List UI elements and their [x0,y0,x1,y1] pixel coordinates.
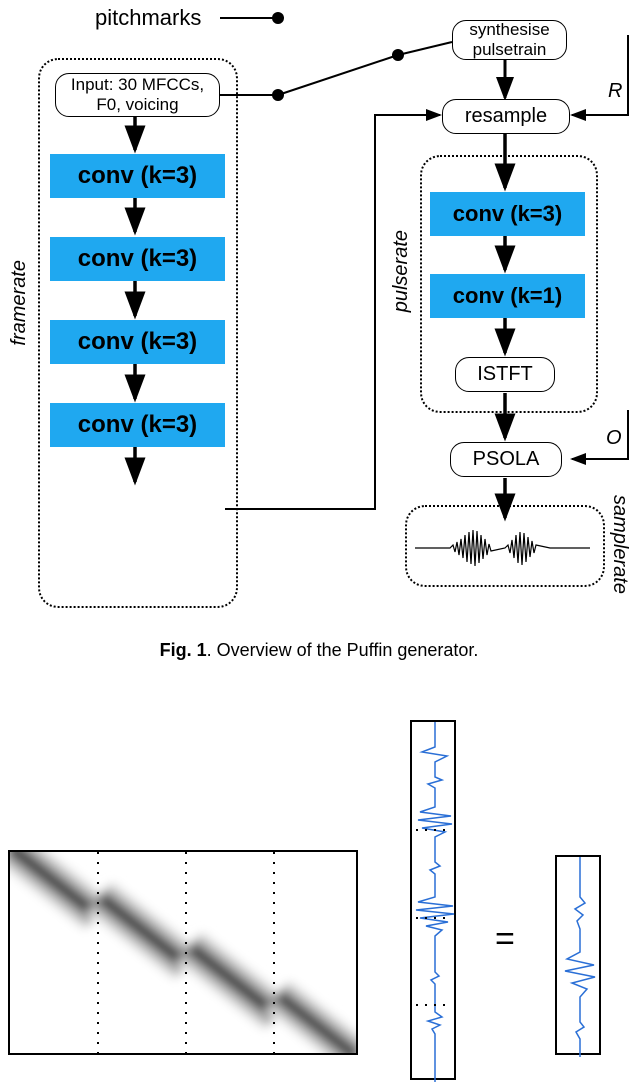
input-label: Input: 30 MFCCs, F0, voicing [71,75,204,114]
psola-box: PSOLA [450,442,562,477]
right-conv-2: conv (k=1) [430,274,585,318]
resample-label: resample [465,105,547,128]
input-box: Input: 30 MFCCs, F0, voicing [55,73,220,117]
caption-text: . Overview of the Puffin generator. [207,640,479,660]
left-conv-3: conv (k=3) [50,320,225,364]
caption-prefix: Fig. 1 [160,640,207,660]
synth-label: synthesise pulsetrain [469,20,549,59]
r-label: R [608,80,622,103]
pulserate-label: pulserate [390,230,413,312]
left-conv-2: conv (k=3) [50,237,225,281]
output-group [405,505,605,587]
left-conv-4: conv (k=3) [50,403,225,447]
istft-box: ISTFT [455,357,555,392]
psola-matrix [8,850,358,1055]
psola-label: PSOLA [473,448,540,471]
samplerate-label: samplerate [608,495,631,594]
o-label: O [606,427,622,450]
short-waveform [555,855,601,1055]
resample-box: resample [442,99,570,134]
synth-box: synthesise pulsetrain [452,20,567,60]
framerate-label: framerate [8,260,31,346]
long-waveform [410,720,456,1080]
figure-caption: Fig. 1. Overview of the Puffin generator… [0,640,638,661]
right-conv-1: conv (k=3) [430,192,585,236]
equals-sign: = [495,920,515,959]
pitchmarks-label: pitchmarks [95,5,201,31]
left-conv-1: conv (k=3) [50,154,225,198]
istft-label: ISTFT [477,363,533,386]
